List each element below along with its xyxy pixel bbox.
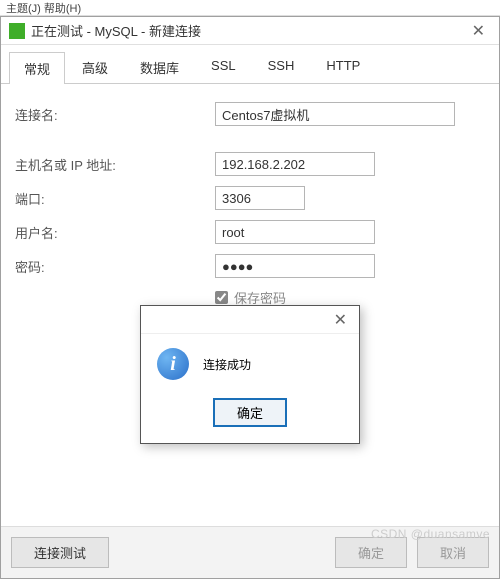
user-label: 用户名:: [15, 223, 215, 242]
user-input[interactable]: [215, 220, 375, 244]
message-dialog: ✕ i 连接成功 确定: [140, 305, 360, 444]
port-input[interactable]: [215, 186, 305, 210]
dialog-window: 正在测试 - MySQL - 新建连接 ✕ 常规 高级 数据库 SSL SSH …: [0, 16, 500, 579]
message-text: 连接成功: [203, 356, 251, 373]
pwd-label: 密码:: [15, 257, 215, 276]
conn-name-input[interactable]: [215, 102, 455, 126]
tab-ssh[interactable]: SSH: [253, 51, 310, 83]
close-icon[interactable]: ✕: [466, 21, 491, 41]
dialog-footer: 连接测试 确定 取消: [1, 526, 499, 578]
save-pwd-checkbox[interactable]: [215, 291, 228, 304]
window-title: 正在测试 - MySQL - 新建连接: [31, 21, 466, 40]
menubar[interactable]: 主题(J) 帮助(H): [0, 0, 500, 16]
tab-general[interactable]: 常规: [9, 52, 65, 84]
test-connection-button[interactable]: 连接测试: [11, 537, 109, 568]
titlebar: 正在测试 - MySQL - 新建连接 ✕: [1, 17, 499, 45]
ok-button[interactable]: 确定: [335, 537, 407, 568]
cancel-button[interactable]: 取消: [417, 537, 489, 568]
pwd-input[interactable]: [215, 254, 375, 278]
message-titlebar: ✕: [141, 306, 359, 334]
message-close-icon[interactable]: ✕: [328, 310, 353, 330]
app-icon: [9, 23, 25, 39]
tabs: 常规 高级 数据库 SSL SSH HTTP: [1, 45, 499, 84]
tab-advanced[interactable]: 高级: [67, 51, 123, 83]
tab-http[interactable]: HTTP: [311, 51, 375, 83]
tab-ssl[interactable]: SSL: [196, 51, 251, 83]
host-input[interactable]: [215, 152, 375, 176]
info-icon: i: [157, 348, 189, 380]
tab-database[interactable]: 数据库: [125, 51, 194, 83]
message-ok-button[interactable]: 确定: [213, 398, 287, 427]
host-label: 主机名或 IP 地址:: [15, 155, 215, 174]
conn-name-label: 连接名:: [15, 105, 215, 124]
port-label: 端口:: [15, 189, 215, 208]
